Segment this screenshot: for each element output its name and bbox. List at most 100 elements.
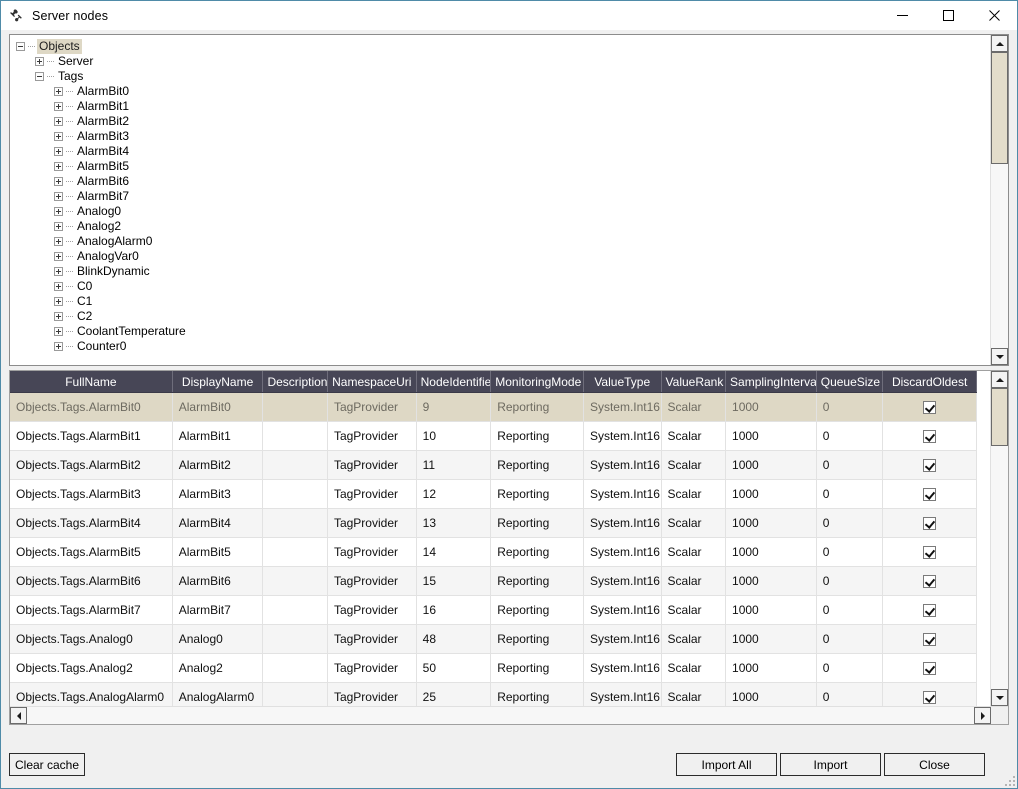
grid-scroll-down-button[interactable] — [991, 689, 1008, 706]
tree-scroll-track[interactable] — [991, 52, 1008, 348]
tree-node[interactable]: BlinkDynamic — [16, 264, 990, 279]
expand-icon[interactable] — [54, 267, 63, 276]
cell-discardoldest[interactable] — [883, 480, 977, 509]
tree-node[interactable]: AlarmBit3 — [16, 129, 990, 144]
cell-discardoldest[interactable] — [883, 683, 977, 707]
tree-scroll-up-button[interactable] — [991, 35, 1008, 52]
expand-icon[interactable] — [35, 57, 44, 66]
expand-icon[interactable] — [54, 312, 63, 321]
column-header-valuetype[interactable]: ValueType — [583, 371, 661, 393]
expand-icon[interactable] — [54, 252, 63, 261]
expand-icon[interactable] — [54, 102, 63, 111]
column-header-discardoldest[interactable]: DiscardOldest — [883, 371, 977, 393]
tree-node[interactable]: Analog0 — [16, 204, 990, 219]
expand-icon[interactable] — [54, 297, 63, 306]
discard-oldest-checkbox[interactable] — [923, 546, 936, 559]
tree-node[interactable]: Tags — [16, 69, 990, 84]
table-row[interactable]: Objects.Tags.AlarmBit5AlarmBit5TagProvid… — [10, 538, 977, 567]
table-row[interactable]: Objects.Tags.Analog2Analog2TagProvider50… — [10, 654, 977, 683]
discard-oldest-checkbox[interactable] — [923, 517, 936, 530]
cell-discardoldest[interactable] — [883, 451, 977, 480]
tree-node[interactable]: C2 — [16, 309, 990, 324]
discard-oldest-checkbox[interactable] — [923, 575, 936, 588]
grid-scroll-thumb[interactable] — [991, 388, 1008, 446]
discard-oldest-checkbox[interactable] — [923, 633, 936, 646]
expand-icon[interactable] — [54, 87, 63, 96]
grid-vertical-scrollbar[interactable] — [990, 371, 1008, 706]
table-row[interactable]: Objects.Tags.Analog0Analog0TagProvider48… — [10, 625, 977, 654]
expand-icon[interactable] — [54, 282, 63, 291]
cell-discardoldest[interactable] — [883, 654, 977, 683]
discard-oldest-checkbox[interactable] — [923, 459, 936, 472]
column-header-samplinginterval[interactable]: SamplingInterval — [726, 371, 817, 393]
cell-discardoldest[interactable] — [883, 625, 977, 654]
table-row[interactable]: Objects.Tags.AnalogAlarm0AnalogAlarm0Tag… — [10, 683, 977, 707]
tree-node[interactable]: Counter0 — [16, 339, 990, 354]
tree-node[interactable]: C1 — [16, 294, 990, 309]
minimize-button[interactable] — [879, 1, 925, 30]
grid-horizontal-scrollbar[interactable] — [10, 706, 1008, 724]
discard-oldest-checkbox[interactable] — [923, 430, 936, 443]
expand-icon[interactable] — [54, 237, 63, 246]
expand-icon[interactable] — [54, 327, 63, 336]
expand-icon[interactable] — [54, 192, 63, 201]
expand-icon[interactable] — [54, 222, 63, 231]
column-header-displayname[interactable]: DisplayName — [172, 371, 263, 393]
discard-oldest-checkbox[interactable] — [923, 691, 936, 704]
tree-node[interactable]: AlarmBit1 — [16, 99, 990, 114]
tree-node[interactable]: AlarmBit6 — [16, 174, 990, 189]
clear-cache-button[interactable]: Clear cache — [9, 753, 85, 776]
expand-icon[interactable] — [54, 117, 63, 126]
column-header-nodeidentifier[interactable]: NodeIdentifier — [416, 371, 491, 393]
resize-grip[interactable] — [1003, 774, 1015, 786]
column-header-namespaceuri[interactable]: NamespaceUri — [327, 371, 416, 393]
table-row[interactable]: Objects.Tags.AlarmBit4AlarmBit4TagProvid… — [10, 509, 977, 538]
column-header-description[interactable]: Description — [263, 371, 328, 393]
column-header-queuesize[interactable]: QueueSize — [816, 371, 883, 393]
tree-vertical-scrollbar[interactable] — [990, 35, 1008, 365]
grid-scroll-track[interactable] — [991, 388, 1008, 689]
maximize-button[interactable] — [925, 1, 971, 30]
tree-scroll-thumb[interactable] — [991, 52, 1008, 164]
server-nodes-tree[interactable]: ObjectsServerTagsAlarmBit0AlarmBit1Alarm… — [10, 35, 990, 365]
discard-oldest-checkbox[interactable] — [923, 604, 936, 617]
column-header-valuerank[interactable]: ValueRank — [661, 371, 726, 393]
close-dialog-button[interactable]: Close — [884, 753, 985, 776]
grid-scroll-up-button[interactable] — [991, 371, 1008, 388]
cell-discardoldest[interactable] — [883, 393, 977, 422]
tree-node[interactable]: Server — [16, 54, 990, 69]
close-button[interactable] — [971, 1, 1017, 30]
tree-node[interactable]: CoolantTemperature — [16, 324, 990, 339]
grid-scroll-right-button[interactable] — [974, 707, 991, 724]
tree-node[interactable]: AlarmBit4 — [16, 144, 990, 159]
column-header-monitoringmode[interactable]: MonitoringMode — [491, 371, 584, 393]
expand-icon[interactable] — [54, 147, 63, 156]
expand-icon[interactable] — [54, 207, 63, 216]
grid-scroll-left-button[interactable] — [10, 707, 27, 724]
grid-hscroll-track[interactable] — [27, 707, 974, 724]
column-header-fullname[interactable]: FullName — [10, 371, 172, 393]
discard-oldest-checkbox[interactable] — [923, 488, 936, 501]
expand-icon[interactable] — [54, 342, 63, 351]
cell-discardoldest[interactable] — [883, 509, 977, 538]
table-row[interactable]: Objects.Tags.AlarmBit2AlarmBit2TagProvid… — [10, 451, 977, 480]
tree-node[interactable]: AnalogAlarm0 — [16, 234, 990, 249]
tree-node[interactable]: C0 — [16, 279, 990, 294]
tree-node[interactable]: AlarmBit5 — [16, 159, 990, 174]
import-button[interactable]: Import — [780, 753, 881, 776]
tree-node[interactable]: AlarmBit7 — [16, 189, 990, 204]
discard-oldest-checkbox[interactable] — [923, 662, 936, 675]
table-row[interactable]: Objects.Tags.AlarmBit1AlarmBit1TagProvid… — [10, 422, 977, 451]
tree-node[interactable]: Analog2 — [16, 219, 990, 234]
grid-scroll-area[interactable]: FullNameDisplayNameDescriptionNamespaceU… — [10, 371, 990, 706]
expand-icon[interactable] — [54, 162, 63, 171]
collapse-icon[interactable] — [16, 42, 25, 51]
tree-node[interactable]: AlarmBit2 — [16, 114, 990, 129]
table-row[interactable]: Objects.Tags.AlarmBit3AlarmBit3TagProvid… — [10, 480, 977, 509]
cell-discardoldest[interactable] — [883, 422, 977, 451]
table-row[interactable]: Objects.Tags.AlarmBit0AlarmBit0TagProvid… — [10, 393, 977, 422]
cell-discardoldest[interactable] — [883, 538, 977, 567]
tree-node[interactable]: AnalogVar0 — [16, 249, 990, 264]
tree-scroll-down-button[interactable] — [991, 348, 1008, 365]
tree-node[interactable]: AlarmBit0 — [16, 84, 990, 99]
